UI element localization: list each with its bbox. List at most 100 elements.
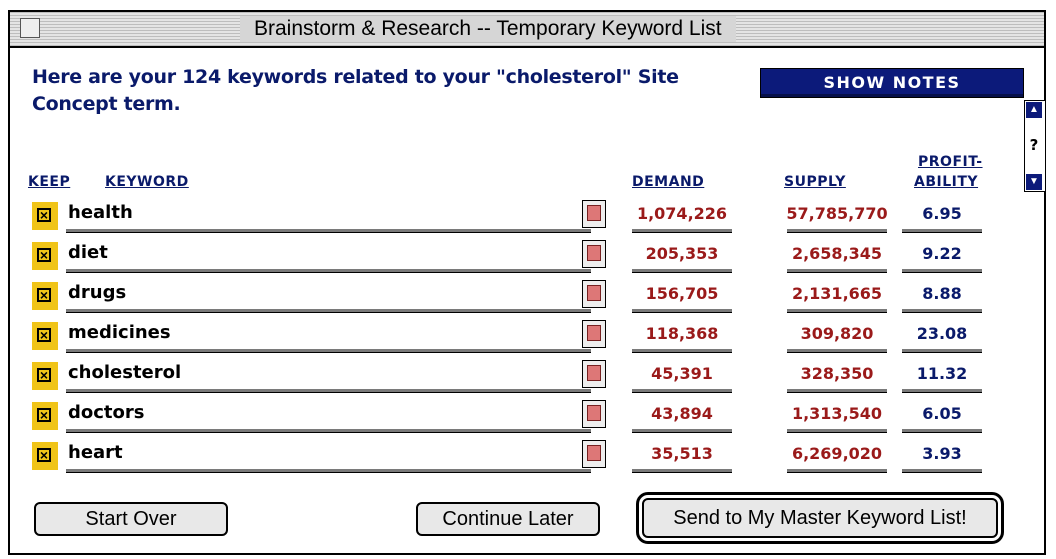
table-row: × cholesterol 45,391 328,350 11.32 <box>32 360 992 394</box>
notepad-icon[interactable] <box>582 320 606 348</box>
table-row: × drugs 156,705 2,131,665 8.88 <box>32 280 992 314</box>
demand-value: 118,368 <box>645 324 719 343</box>
keyword-label: heart <box>68 442 123 463</box>
scroll-down-arrow-icon[interactable]: ▼ <box>1026 174 1042 190</box>
profitability-value: 8.88 <box>922 284 962 303</box>
notepad-icon[interactable] <box>582 240 606 268</box>
window-title: Brainstorm & Research -- Temporary Keywo… <box>240 16 736 42</box>
continue-later-button[interactable]: Continue Later <box>416 502 600 536</box>
header-keep[interactable]: KEEP <box>28 174 70 190</box>
profitability-value: 9.22 <box>922 244 962 263</box>
profitability-underline <box>902 429 982 433</box>
notepad-icon[interactable] <box>582 400 606 428</box>
keep-checkbox[interactable]: × <box>32 202 58 230</box>
show-notes-button[interactable]: SHOW NOTES <box>760 68 1024 98</box>
notepad-icon[interactable] <box>582 200 606 228</box>
notepad-icon[interactable] <box>582 280 606 308</box>
checkbox-x-icon: × <box>37 288 51 302</box>
demand-value: 43,894 <box>651 404 713 423</box>
profitability-underline <box>902 269 982 273</box>
profitability-value: 6.95 <box>922 204 962 223</box>
table-row: × health 1,074,226 57,785,770 6.95 <box>32 200 992 234</box>
demand-underline <box>632 309 732 313</box>
profitability-underline <box>902 389 982 393</box>
keyword-underline <box>66 469 591 473</box>
supply-underline <box>787 309 887 313</box>
keyword-underline <box>66 309 591 313</box>
keep-checkbox[interactable]: × <box>32 362 58 390</box>
keyword-underline <box>66 349 591 353</box>
supply-value: 309,820 <box>800 324 874 343</box>
keep-checkbox[interactable]: × <box>32 242 58 270</box>
checkbox-x-icon: × <box>37 368 51 382</box>
demand-underline <box>632 349 732 353</box>
header-profitability-line2[interactable]: ABILITY <box>914 174 978 190</box>
header-profitability-line1[interactable]: PROFIT- <box>918 154 983 170</box>
scrollbar[interactable]: ▲ ? ▼ <box>1024 100 1046 192</box>
help-icon[interactable]: ? <box>1025 136 1043 154</box>
keep-checkbox[interactable]: × <box>32 322 58 350</box>
keyword-underline <box>66 269 591 273</box>
demand-underline <box>632 429 732 433</box>
header-keyword[interactable]: KEYWORD <box>105 174 189 190</box>
supply-underline <box>787 349 887 353</box>
demand-value: 1,074,226 <box>636 204 728 223</box>
keyword-label: cholesterol <box>68 362 182 383</box>
profitability-value: 6.05 <box>922 404 962 423</box>
keep-checkbox[interactable]: × <box>32 442 58 470</box>
keyword-underline <box>66 429 591 433</box>
demand-underline <box>632 229 732 233</box>
demand-underline <box>632 469 732 473</box>
checkbox-x-icon: × <box>37 248 51 262</box>
keyword-label: medicines <box>68 322 171 343</box>
profitability-underline <box>902 349 982 353</box>
demand-value: 205,353 <box>645 244 719 263</box>
supply-value: 2,131,665 <box>791 284 883 303</box>
profitability-value: 11.32 <box>916 364 968 383</box>
profitability-value: 23.08 <box>916 324 968 343</box>
profitability-underline <box>902 309 982 313</box>
close-box-icon[interactable] <box>20 18 40 38</box>
supply-value: 57,785,770 <box>786 204 888 223</box>
checkbox-x-icon: × <box>37 448 51 462</box>
profitability-underline <box>902 469 982 473</box>
send-to-master-list-button[interactable]: Send to My Master Keyword List! <box>636 492 1004 544</box>
start-over-button[interactable]: Start Over <box>34 502 228 536</box>
notepad-icon[interactable] <box>582 440 606 468</box>
demand-value: 156,705 <box>645 284 719 303</box>
keep-checkbox[interactable]: × <box>32 402 58 430</box>
keyword-underline <box>66 229 591 233</box>
header-demand[interactable]: DEMAND <box>632 174 704 190</box>
demand-underline <box>632 269 732 273</box>
supply-value: 2,658,345 <box>791 244 883 263</box>
demand-value: 45,391 <box>651 364 713 383</box>
checkbox-x-icon: × <box>37 408 51 422</box>
checkbox-x-icon: × <box>37 208 51 222</box>
keyword-label: health <box>68 202 133 223</box>
supply-underline <box>787 229 887 233</box>
header-supply[interactable]: SUPPLY <box>784 174 846 190</box>
keyword-label: doctors <box>68 402 145 423</box>
supply-underline <box>787 429 887 433</box>
table-row: × doctors 43,894 1,313,540 6.05 <box>32 400 992 434</box>
table-row: × diet 205,353 2,658,345 9.22 <box>32 240 992 274</box>
keyword-underline <box>66 389 591 393</box>
scroll-up-arrow-icon[interactable]: ▲ <box>1026 102 1042 118</box>
profitability-underline <box>902 229 982 233</box>
checkbox-x-icon: × <box>37 328 51 342</box>
supply-value: 328,350 <box>800 364 874 383</box>
supply-underline <box>787 469 887 473</box>
table-row: × medicines 118,368 309,820 23.08 <box>32 320 992 354</box>
keyword-list-window: Brainstorm & Research -- Temporary Keywo… <box>8 10 1046 555</box>
notepad-icon[interactable] <box>582 360 606 388</box>
demand-value: 35,513 <box>651 444 713 463</box>
keep-checkbox[interactable]: × <box>32 282 58 310</box>
supply-underline <box>787 389 887 393</box>
table-row: × heart 35,513 6,269,020 3.93 <box>32 440 992 474</box>
supply-value: 6,269,020 <box>791 444 883 463</box>
demand-underline <box>632 389 732 393</box>
keyword-label: diet <box>68 242 108 263</box>
title-bar[interactable]: Brainstorm & Research -- Temporary Keywo… <box>10 12 1044 48</box>
keyword-label: drugs <box>68 282 127 303</box>
profitability-value: 3.93 <box>922 444 962 463</box>
